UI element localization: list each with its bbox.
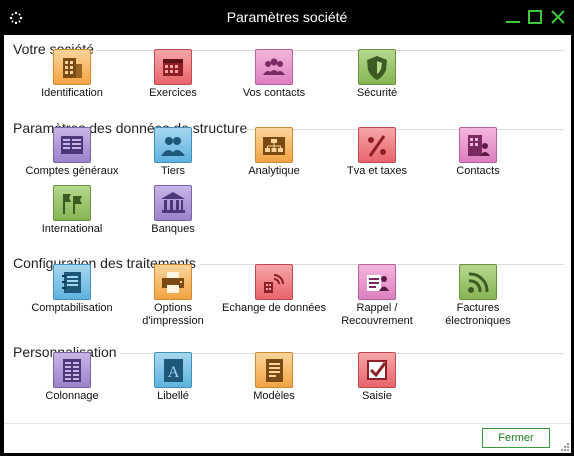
settings-tile[interactable]: Banques [118, 185, 228, 236]
building-person-icon [459, 127, 497, 163]
bank-icon [154, 185, 192, 221]
settings-tile-label: Options d'impression [142, 302, 204, 327]
calendar-icon [154, 49, 192, 85]
footer-bar: Fermer [4, 423, 571, 453]
columns-icon [53, 352, 91, 388]
settings-tile-label: Modèles [253, 390, 295, 402]
settings-tile[interactable]: Saisie [322, 352, 432, 403]
settings-tile-label: Factures électroniques [445, 302, 511, 327]
minimize-icon[interactable] [505, 9, 521, 25]
org-chart-icon [255, 127, 293, 163]
close-button[interactable]: Fermer [482, 428, 550, 448]
settings-tile[interactable]: Echange de données [219, 264, 329, 315]
settings-tile[interactable]: Modèles [219, 352, 329, 403]
settings-tile-label: Analytique [248, 165, 300, 177]
settings-tile-label: Rappel / Recouvrement [341, 302, 413, 327]
settings-tile-label: Colonnage [45, 390, 99, 402]
settings-tile[interactable]: International [17, 185, 127, 236]
settings-tile-label: Vos contacts [242, 87, 306, 99]
building-icon [53, 49, 91, 85]
settings-tile-label: Banques [151, 223, 195, 235]
settings-tile[interactable]: Comptabilisation [17, 264, 127, 315]
resize-grip-icon[interactable] [561, 443, 569, 451]
settings-tile-label: Contacts [456, 165, 500, 177]
notebook-icon [53, 264, 91, 300]
settings-tile[interactable]: Tva et taxes [322, 127, 432, 178]
flags-icon [53, 185, 91, 221]
rss-icon [459, 264, 497, 300]
settings-tile-label: Echange de données [222, 302, 326, 314]
settings-tile-label: Exercices [149, 87, 197, 99]
settings-tile-label: Comptabilisation [31, 302, 113, 314]
settings-tile-label: Identification [41, 87, 103, 99]
window-title: Paramètres société [226, 9, 348, 25]
data-exchange-icon [255, 264, 293, 300]
settings-tile-label: Saisie [362, 390, 392, 402]
svg-text:A: A [168, 364, 180, 381]
settings-tile[interactable]: Tiers [118, 127, 228, 178]
reminder-icon [358, 264, 396, 300]
people-icon [255, 49, 293, 85]
shield-icon [358, 49, 396, 85]
settings-tile-label: Tiers [160, 165, 186, 177]
settings-panel: Votre sociétéIdentificationExercicesVos … [4, 35, 571, 423]
settings-tile-label: Libellé [157, 390, 189, 402]
printer-icon [154, 264, 192, 300]
settings-tile[interactable]: A Libellé [118, 352, 228, 403]
template-icon [255, 352, 293, 388]
settings-tile-label: Sécurité [356, 87, 398, 99]
ledger-icon [53, 127, 91, 163]
settings-tile[interactable]: Rappel / Recouvrement [322, 264, 432, 328]
settings-tile[interactable]: Factures électroniques [423, 264, 533, 328]
users-icon [154, 127, 192, 163]
title-bar[interactable]: Paramètres société [0, 0, 574, 35]
maximize-icon[interactable] [527, 9, 543, 25]
settings-tile-label: International [41, 223, 103, 235]
settings-tile-label: Comptes généraux [25, 165, 119, 177]
settings-tile[interactable]: Options d'impression [118, 264, 228, 328]
settings-tile[interactable]: Analytique [219, 127, 329, 178]
settings-tile[interactable]: Colonnage [17, 352, 127, 403]
settings-tile[interactable]: Comptes généraux [17, 127, 127, 178]
checkbox-icon [358, 352, 396, 388]
percent-icon [358, 127, 396, 163]
letter-a-icon: A [154, 352, 192, 388]
settings-tile[interactable]: Sécurité [322, 49, 432, 100]
settings-tile[interactable]: Vos contacts [219, 49, 329, 100]
settings-window: Paramètres société Votre sociétéIdentifi… [0, 0, 574, 456]
settings-tile-label: Tva et taxes [347, 165, 407, 177]
settings-tile[interactable]: Contacts [423, 127, 533, 178]
settings-tile[interactable]: Identification [17, 49, 127, 100]
settings-tile[interactable]: Exercices [118, 49, 228, 100]
close-window-icon[interactable] [550, 9, 566, 25]
